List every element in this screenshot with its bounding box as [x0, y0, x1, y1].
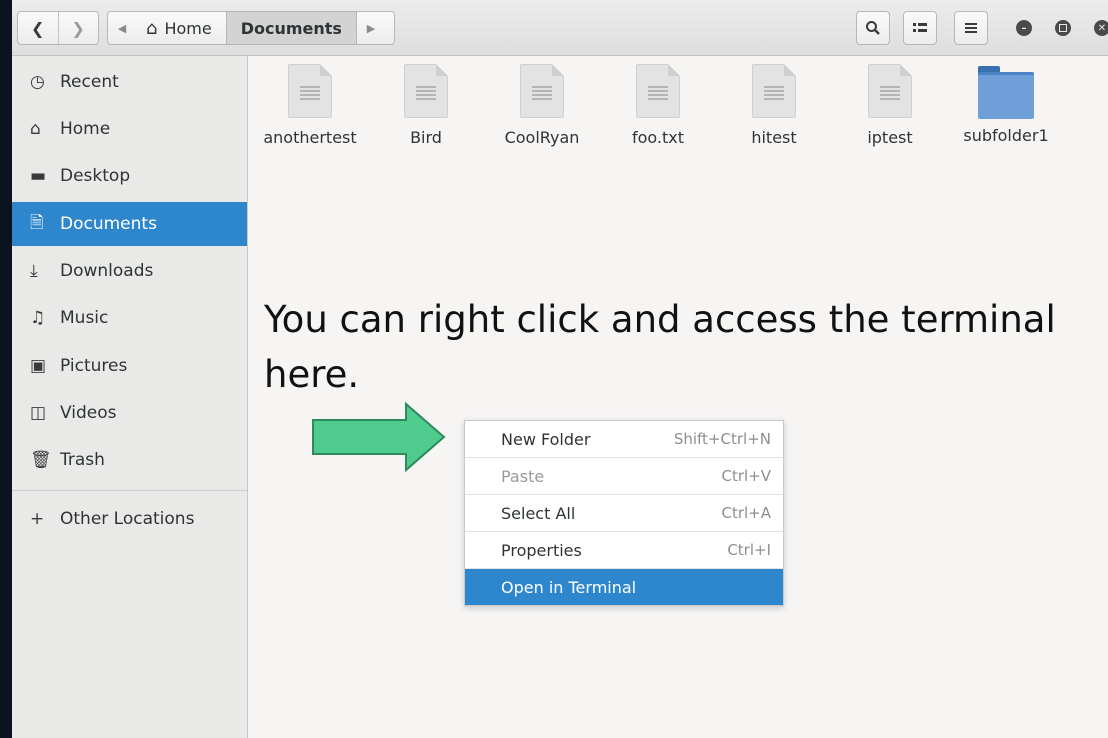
sidebar-item-downloads[interactable]: ⤓ Downloads: [12, 249, 247, 293]
search-button[interactable]: [856, 11, 890, 45]
document-icon: [520, 64, 564, 118]
trash-icon: 🗑: [30, 450, 52, 470]
triangle-right-icon: ▶: [366, 21, 376, 35]
sidebar-item-home[interactable]: ⌂ Home: [12, 107, 247, 151]
view-list-icon: [913, 23, 927, 32]
file-item[interactable]: foo.txt: [600, 64, 716, 147]
picture-icon: ▣: [30, 356, 47, 376]
sidebar-item-recent[interactable]: ◷ Recent: [12, 60, 247, 104]
document-icon: [288, 64, 332, 118]
chevron-right-icon: ❯: [71, 18, 85, 38]
menu-item-label: Paste: [501, 466, 545, 486]
folder-icon: [978, 66, 1034, 119]
sidebar-item-documents[interactable]: 🗎 Documents: [12, 202, 247, 246]
document-icon: [752, 64, 796, 118]
file-name: Bird: [410, 128, 442, 147]
green-arrow-icon: [312, 401, 446, 473]
sidebar-item-label: Documents: [60, 214, 157, 234]
file-name: iptest: [867, 128, 913, 147]
menu-item-shortcut: Ctrl+A: [721, 504, 771, 522]
sidebar-item-other-locations[interactable]: + Other Locations: [12, 497, 247, 541]
sidebar-item-label: Other Locations: [60, 509, 195, 529]
back-button[interactable]: ❮: [18, 19, 58, 38]
document-icon: [404, 64, 448, 118]
folder-name: subfolder1: [963, 126, 1049, 145]
menu-item-shortcut: Ctrl+I: [727, 541, 771, 559]
menu-item-shortcut: Ctrl+V: [721, 467, 771, 485]
hamburger-icon: [965, 23, 977, 33]
sidebar-item-videos[interactable]: ◫ Videos: [12, 391, 247, 435]
document-icon: [636, 64, 680, 118]
menu-item-label: Open in Terminal: [501, 577, 637, 597]
download-icon: ⤓: [30, 261, 38, 281]
path-scroll-left-button[interactable]: ◀: [108, 12, 136, 44]
file-item[interactable]: CoolRyan: [484, 64, 600, 147]
menu-item-open-in-terminal[interactable]: Open in Terminal: [465, 569, 783, 605]
menu-item-label: Select All: [501, 503, 576, 523]
sidebar-item-music[interactable]: ♫ Music: [12, 296, 247, 340]
sidebar-item-trash[interactable]: 🗑 Trash: [12, 438, 247, 482]
menu-button[interactable]: [954, 11, 988, 45]
sidebar: ◷ Recent ⌂ Home ▬ Desktop 🗎 Documents ⤓ …: [12, 56, 248, 738]
home-icon: ⌂: [30, 119, 41, 139]
sidebar-item-label: Pictures: [60, 356, 128, 376]
file-name: anothertest: [263, 128, 357, 147]
breadcrumb-label: Home: [164, 18, 212, 38]
close-button[interactable]: ✕: [1094, 20, 1108, 36]
search-icon: [866, 21, 880, 35]
sidebar-item-label: Home: [60, 119, 111, 139]
breadcrumb-home[interactable]: ⌂ Home: [136, 12, 226, 44]
forward-button[interactable]: ❯: [58, 19, 98, 38]
file-name: CoolRyan: [504, 128, 580, 147]
maximize-button[interactable]: [1055, 20, 1071, 36]
path-scroll-right-button[interactable]: ▶: [357, 12, 385, 44]
maximize-icon: [1059, 24, 1067, 32]
sidebar-item-desktop[interactable]: ▬ Desktop: [12, 154, 247, 198]
breadcrumb-documents[interactable]: Documents: [225, 12, 357, 44]
navigation-button-group: ❮ ❯: [17, 11, 99, 45]
minimize-button[interactable]: –: [1016, 20, 1032, 36]
file-item[interactable]: iptest: [832, 64, 948, 147]
context-menu: New Folder Shift+Ctrl+N Paste Ctrl+V Sel…: [464, 420, 784, 606]
file-item[interactable]: Bird: [368, 64, 484, 147]
chevron-left-icon: ❮: [31, 18, 45, 38]
menu-item-properties[interactable]: Properties Ctrl+I: [465, 532, 783, 569]
document-icon: [868, 64, 912, 118]
menu-item-shortcut: Shift+Ctrl+N: [673, 430, 771, 448]
sidebar-divider: [12, 490, 247, 491]
menu-item-new-folder[interactable]: New Folder Shift+Ctrl+N: [465, 421, 783, 458]
film-icon: ◫: [30, 403, 47, 423]
home-icon: ⌂: [146, 17, 158, 39]
path-bar: ◀ ⌂ Home Documents ▶: [107, 11, 395, 45]
plus-icon: +: [30, 509, 45, 529]
minimize-icon: –: [1021, 22, 1027, 34]
tutorial-annotation: You can right click and access the termi…: [264, 298, 1056, 396]
sidebar-item-label: Trash: [60, 450, 105, 470]
sidebar-item-label: Downloads: [60, 261, 154, 281]
file-name: foo.txt: [631, 128, 685, 147]
breadcrumb-label: Documents: [240, 18, 342, 38]
file-item[interactable]: anothertest: [252, 64, 368, 147]
sidebar-item-label: Videos: [60, 403, 117, 423]
header-bar: ❮ ❯ ◀ ⌂ Home Documents ▶ – ✕: [12, 0, 1108, 56]
document-icon: 🗎: [30, 212, 44, 233]
file-item[interactable]: hitest: [716, 64, 832, 147]
clock-icon: ◷: [30, 72, 45, 92]
music-note-icon: ♫: [30, 308, 46, 328]
triangle-left-icon: ◀: [117, 21, 127, 35]
sidebar-item-label: Music: [60, 308, 109, 328]
file-name: hitest: [751, 128, 797, 147]
menu-item-label: New Folder: [501, 429, 591, 449]
sidebar-item-label: Recent: [60, 72, 119, 92]
folder-icon: ▬: [30, 166, 47, 186]
menu-item-label: Properties: [501, 540, 582, 560]
sidebar-item-label: Desktop: [60, 166, 131, 186]
folder-item[interactable]: subfolder1: [948, 64, 1064, 145]
close-icon: ✕: [1097, 22, 1107, 34]
menu-item-select-all[interactable]: Select All Ctrl+A: [465, 495, 783, 532]
menu-item-paste[interactable]: Paste Ctrl+V: [465, 458, 783, 495]
view-toggle-button[interactable]: [903, 11, 937, 45]
sidebar-item-pictures[interactable]: ▣ Pictures: [12, 344, 247, 388]
